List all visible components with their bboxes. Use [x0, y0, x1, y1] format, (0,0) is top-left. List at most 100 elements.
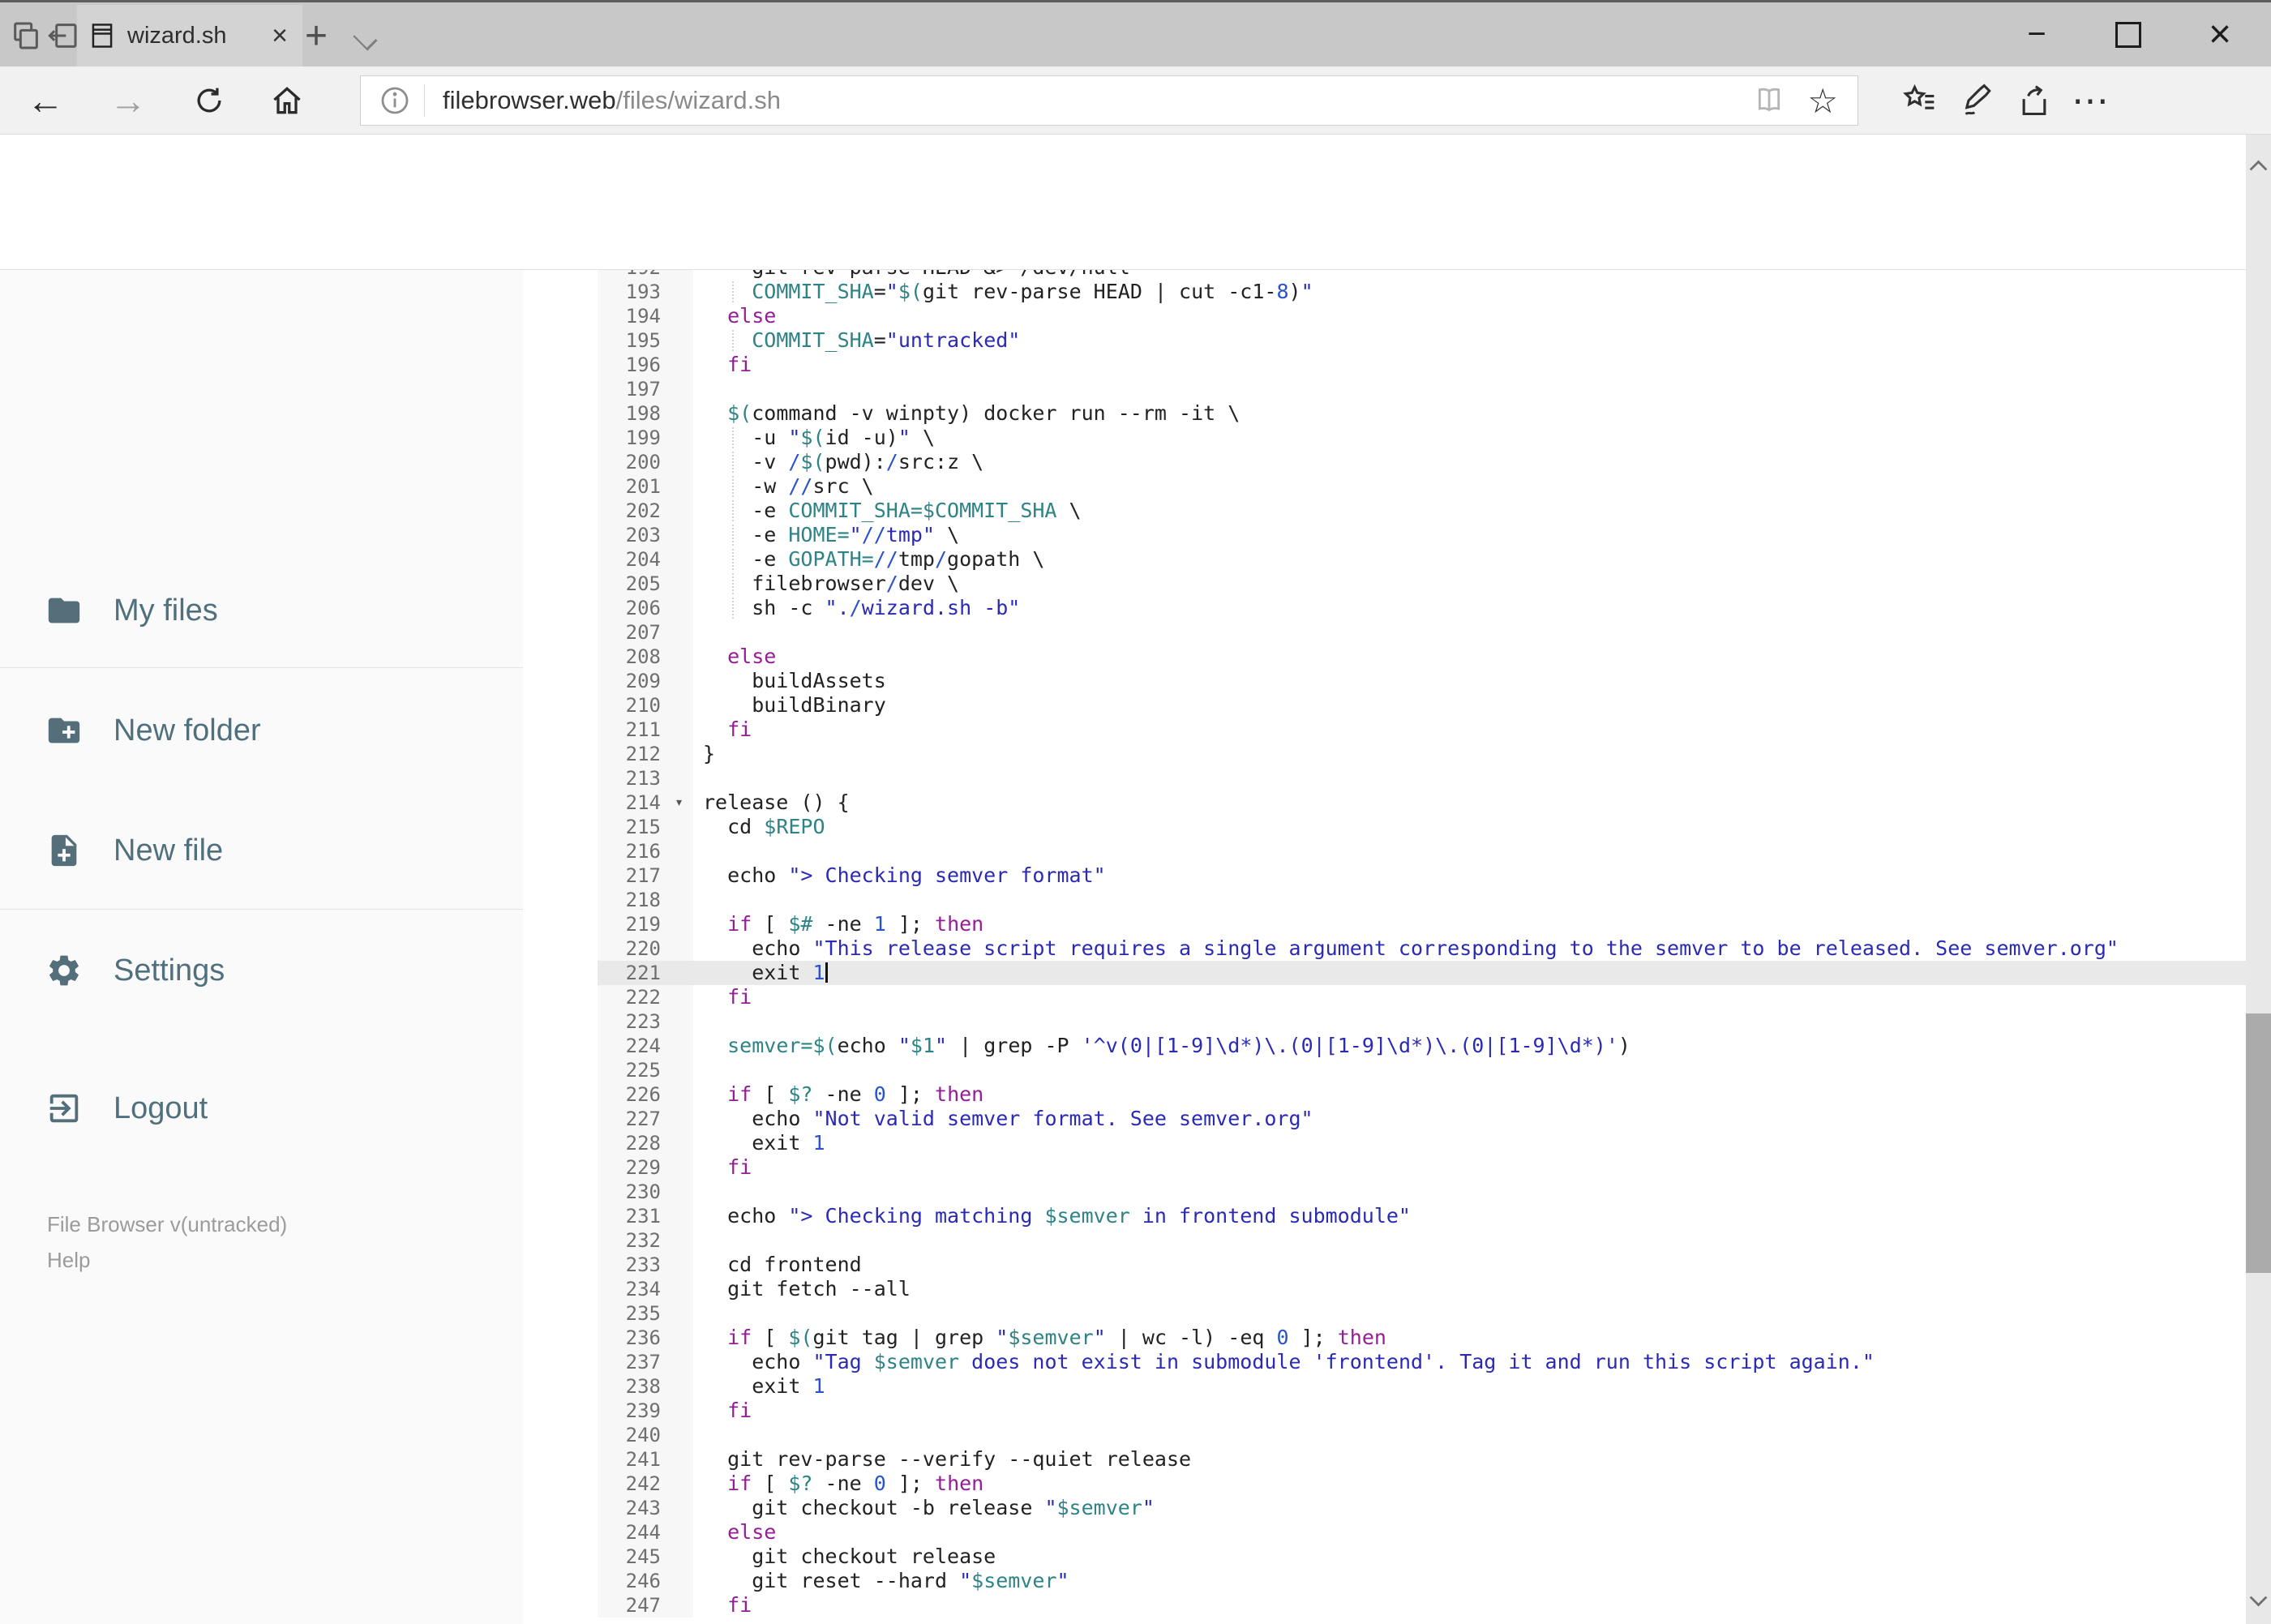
line-number: 230: [598, 1180, 693, 1204]
code-line[interactable]: 226 if [ $? -ne 0 ]; then: [598, 1082, 2246, 1107]
code-line[interactable]: 204 -e GOPATH=//tmp/gopath \: [598, 547, 2246, 572]
code-line[interactable]: 201 -w //src \: [598, 474, 2246, 499]
code-line[interactable]: 246 git reset --hard "$semver": [598, 1569, 2246, 1593]
code-line[interactable]: 200 -v /$(pwd):/src:z \: [598, 450, 2246, 474]
note-add-icon: [45, 832, 83, 869]
code-line[interactable]: 211 fi: [598, 718, 2246, 742]
fold-marker-icon[interactable]: ▾: [675, 791, 683, 815]
scroll-down-icon[interactable]: [2249, 1588, 2268, 1607]
line-number: 237: [598, 1350, 693, 1374]
code-editor[interactable]: 192 git rev-parse HEAD &> /dev/null193 C…: [523, 270, 2246, 1624]
code-line[interactable]: 207: [598, 620, 2246, 645]
code-line[interactable]: 222 fi: [598, 985, 2246, 1009]
sidebar-item-label: New folder: [114, 713, 261, 748]
code-line[interactable]: 220 echo "This release script requires a…: [598, 936, 2246, 961]
sidebar-item-my-files[interactable]: My files: [0, 578, 523, 643]
code-line[interactable]: 193 COMMIT_SHA="$(git rev-parse HEAD | c…: [598, 280, 2246, 304]
code-line[interactable]: 243 git checkout -b release "$semver": [598, 1496, 2246, 1520]
home-button[interactable]: [253, 66, 321, 135]
url-box[interactable]: filebrowser.web/files/wizard.sh ☆: [360, 75, 1858, 126]
share-icon[interactable]: [2006, 66, 2063, 135]
code-line[interactable]: 247 fi: [598, 1593, 2246, 1618]
code-line[interactable]: 224 semver=$(echo "$1" | grep -P '^v(0|[…: [598, 1034, 2246, 1058]
new-tab-button[interactable]: +: [305, 14, 328, 58]
code-line[interactable]: 223: [598, 1009, 2246, 1034]
url-text[interactable]: filebrowser.web/files/wizard.sh: [443, 86, 1752, 115]
code-line[interactable]: 221 exit 1: [598, 961, 2246, 985]
scroll-up-icon[interactable]: [2249, 160, 2268, 178]
help-link[interactable]: Help: [47, 1248, 90, 1273]
window-maximize-button[interactable]: [2088, 2, 2169, 66]
code-line[interactable]: 206 sh -c "./wizard.sh -b": [598, 596, 2246, 620]
code-line[interactable]: 235: [598, 1301, 2246, 1326]
web-note-pen-icon[interactable]: [1949, 66, 2006, 135]
code-line[interactable]: 225: [598, 1058, 2246, 1082]
code-line[interactable]: 234 git fetch --all: [598, 1277, 2246, 1301]
code-line[interactable]: 244 else: [598, 1520, 2246, 1545]
tab-preview-icon[interactable]: [10, 19, 42, 52]
code-line[interactable]: 202 -e COMMIT_SHA=$COMMIT_SHA \: [598, 499, 2246, 523]
code-line[interactable]: 238 exit 1: [598, 1374, 2246, 1399]
code-line[interactable]: 236 if [ $(git tag | grep "$semver" | wc…: [598, 1326, 2246, 1350]
code-line[interactable]: 239 fi: [598, 1399, 2246, 1423]
code-line[interactable]: 208 else: [598, 645, 2246, 669]
favorites-hub-icon[interactable]: [1891, 66, 1947, 135]
code-line[interactable]: 219 if [ $# -ne 1 ]; then: [598, 912, 2246, 936]
code-line[interactable]: 212}: [598, 742, 2246, 766]
line-number: 197: [598, 377, 693, 401]
scrollbar-thumb[interactable]: [2246, 1013, 2271, 1273]
forward-button[interactable]: →: [94, 66, 162, 135]
code-line[interactable]: 195 COMMIT_SHA="untracked": [598, 328, 2246, 353]
settings-more-icon[interactable]: ⋯: [2063, 66, 2119, 135]
sidebar-item-new-file[interactable]: New file: [0, 818, 523, 883]
code-line[interactable]: 240: [598, 1423, 2246, 1447]
code-line[interactable]: 209 buildAssets: [598, 669, 2246, 693]
sidebar-item-settings[interactable]: Settings: [0, 938, 523, 1003]
favorite-star-icon[interactable]: ☆: [1807, 81, 1838, 121]
code-line[interactable]: 198 $(command -v winpty) docker run --rm…: [598, 401, 2246, 426]
code-line[interactable]: 216: [598, 839, 2246, 863]
code-line[interactable]: 214 ▾ release () {: [598, 791, 2246, 815]
code-line[interactable]: 242 if [ $? -ne 0 ]; then: [598, 1472, 2246, 1496]
vertical-scrollbar[interactable]: [2246, 135, 2271, 1624]
line-number: 208: [598, 645, 693, 669]
code-line[interactable]: 232: [598, 1228, 2246, 1253]
code-line[interactable]: 228 exit 1: [598, 1131, 2246, 1155]
tabs-set-aside-icon[interactable]: [47, 19, 79, 52]
line-number: 203: [598, 523, 693, 547]
code-line[interactable]: 213: [598, 766, 2246, 791]
site-info-icon[interactable]: [379, 84, 411, 117]
code-lines: 192 git rev-parse HEAD &> /dev/null193 C…: [598, 270, 2246, 1618]
code-line[interactable]: 233 cd frontend: [598, 1253, 2246, 1277]
code-line[interactable]: 245 git checkout release: [598, 1545, 2246, 1569]
tab-list-chevron-icon[interactable]: [353, 26, 378, 51]
sidebar-item-new-folder[interactable]: New folder: [0, 698, 523, 763]
window-minimize-button[interactable]: −: [1996, 2, 2077, 66]
code-line[interactable]: 215 cd $REPO: [598, 815, 2246, 839]
code-line[interactable]: 241 git rev-parse --verify --quiet relea…: [598, 1447, 2246, 1472]
sidebar-item-logout[interactable]: Logout: [0, 1076, 523, 1141]
code-line[interactable]: 231 echo "> Checking matching $semver in…: [598, 1204, 2246, 1228]
code-line[interactable]: 230: [598, 1180, 2246, 1204]
code-line[interactable]: 229 fi: [598, 1155, 2246, 1180]
browser-tab[interactable]: wizard.sh ×: [77, 5, 302, 66]
line-number: 207: [598, 620, 693, 645]
code-line[interactable]: 192 git rev-parse HEAD &> /dev/null: [598, 270, 2246, 280]
code-line[interactable]: 205 filebrowser/dev \: [598, 572, 2246, 596]
code-line[interactable]: 199 -u "$(id -u)" \: [598, 426, 2246, 450]
back-button[interactable]: ←: [11, 66, 79, 135]
code-line[interactable]: 237 echo "Tag $semver does not exist in …: [598, 1350, 2246, 1374]
refresh-button[interactable]: [175, 66, 243, 135]
code-line[interactable]: 227 echo "Not valid semver format. See s…: [598, 1107, 2246, 1131]
code-line[interactable]: 210 buildBinary: [598, 693, 2246, 718]
line-number: 221: [598, 961, 693, 985]
window-close-button[interactable]: ×: [2179, 2, 2260, 66]
code-line[interactable]: 217 echo "> Checking semver format": [598, 863, 2246, 888]
code-line[interactable]: 203 -e HOME="//tmp" \: [598, 523, 2246, 547]
code-line[interactable]: 194 else: [598, 304, 2246, 328]
tab-close-icon[interactable]: ×: [272, 22, 288, 49]
code-line[interactable]: 197: [598, 377, 2246, 401]
reading-view-icon[interactable]: [1752, 84, 1786, 117]
code-line[interactable]: 218: [598, 888, 2246, 912]
code-line[interactable]: 196 fi: [598, 353, 2246, 377]
